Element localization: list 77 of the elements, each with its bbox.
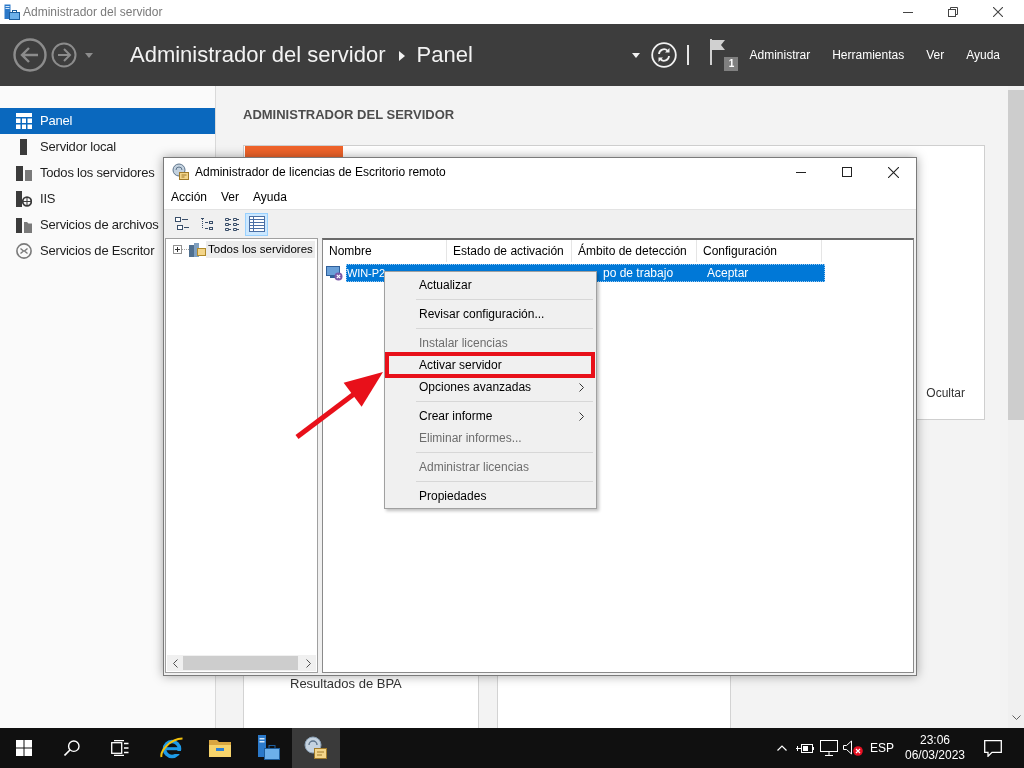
window-title: Administrador del servidor: [23, 4, 163, 20]
table-cell: Aceptar: [707, 265, 749, 280]
scrollbar-thumb[interactable]: [183, 656, 298, 670]
flag-icon[interactable]: [710, 39, 727, 65]
menu-item[interactable]: Actualizar: [385, 274, 596, 296]
monitor-icon[interactable]: [820, 740, 838, 756]
clock-time[interactable]: 23:06: [920, 733, 950, 748]
servers-icon: [16, 165, 32, 181]
power-plug-icon[interactable]: [796, 741, 814, 755]
section-heading: ADMINISTRADOR DEL SERVIDOR: [243, 107, 455, 123]
close-icon[interactable]: [887, 166, 899, 178]
header-menu-item[interactable]: Administrar: [738, 47, 822, 63]
dialog-title: Administrador de licencias de Escritorio remoto: [195, 164, 446, 180]
column-header[interactable]: Nombre: [323, 240, 447, 262]
menu-item[interactable]: Crear informe: [385, 405, 596, 427]
menu-item[interactable]: Propiedades: [385, 485, 596, 507]
table-cell: WIN-P2: [347, 266, 385, 279]
header-menu-item[interactable]: Ver: [915, 47, 956, 63]
horizontal-scrollbar[interactable]: [167, 655, 316, 671]
server-manager-icon[interactable]: [256, 735, 280, 761]
browser-icon[interactable]: [160, 736, 184, 760]
expand-icon[interactable]: [173, 245, 182, 254]
search-icon[interactable]: [64, 740, 80, 756]
chevron-down-icon[interactable]: [1011, 715, 1021, 720]
refresh-button[interactable]: [651, 42, 678, 68]
column-header[interactable]: Ámbito de detección: [572, 240, 697, 262]
menu-bar-item[interactable]: Acción: [164, 190, 215, 205]
back-button[interactable]: [13, 38, 47, 72]
notification-badge: 1: [724, 57, 739, 71]
clock-date[interactable]: 06/03/2023: [904, 748, 966, 763]
task-view-icon[interactable]: [111, 740, 129, 756]
speaker-icon[interactable]: [843, 740, 863, 756]
folder-icon[interactable]: [208, 738, 232, 758]
minimize-icon[interactable]: [902, 11, 913, 13]
history-dropdown-button[interactable]: [85, 52, 93, 58]
dashboard-icon: [16, 113, 32, 129]
minimize-icon[interactable]: [796, 171, 806, 173]
taskbar-app[interactable]: [292, 728, 340, 768]
breadcrumb-link[interactable]: Administrador del servidor: [130, 42, 386, 68]
server-manager-icon: [4, 4, 20, 20]
menu-item[interactable]: Opciones avanzadas: [385, 376, 596, 398]
chevron-left-icon[interactable]: [172, 658, 178, 668]
notifications-button[interactable]: 1: [710, 39, 739, 71]
restore-icon[interactable]: [947, 7, 958, 17]
close-icon[interactable]: [992, 7, 1003, 17]
scrollbar-thumb[interactable]: [1008, 90, 1024, 420]
forward-button[interactable]: [51, 42, 77, 68]
language-indicator[interactable]: ESP: [865, 740, 899, 756]
server-globe-icon: [16, 191, 32, 207]
notification-icon[interactable]: [984, 739, 1002, 757]
chevron-right-icon[interactable]: [305, 658, 311, 668]
menu-item[interactable]: Revisar configuración...: [385, 303, 596, 325]
dropdown-button[interactable]: [632, 52, 641, 58]
maximize-icon[interactable]: [842, 167, 852, 177]
hide-link[interactable]: Ocultar: [926, 386, 965, 400]
chevron-up-icon[interactable]: [777, 745, 787, 751]
server-folder-icon: [16, 217, 32, 233]
computer-error-icon: [326, 265, 343, 281]
license-manager-icon: [172, 163, 190, 181]
license-manager-icon[interactable]: [304, 736, 328, 760]
header-menu-item[interactable]: Ayuda: [955, 47, 1011, 63]
tree-item[interactable]: Todos los servidores: [206, 241, 315, 258]
column-header[interactable]: Estado de activación: [447, 240, 572, 262]
server-group-icon: [189, 241, 206, 258]
menu-bar-item[interactable]: Ayuda: [246, 190, 294, 205]
column-header[interactable]: Configuración: [697, 240, 822, 262]
sidebar-item[interactable]: Servidor local: [0, 134, 215, 160]
remote-desktop-icon: [16, 243, 32, 259]
bpa-results-label[interactable]: Resultados de BPA: [290, 677, 478, 691]
menu-item[interactable]: Activar servidor: [385, 354, 596, 376]
table-cell: po de trabajo: [603, 265, 674, 280]
page-title: Panel: [416, 42, 473, 68]
breadcrumb-arrow-icon: [398, 51, 405, 61]
sidebar-item[interactable]: Panel: [0, 108, 215, 134]
header-menu-item[interactable]: Herramientas: [821, 47, 916, 63]
menu-bar-item[interactable]: Ver: [214, 190, 247, 205]
sidebar-item[interactable]: Servicios de archivos: [0, 212, 215, 238]
